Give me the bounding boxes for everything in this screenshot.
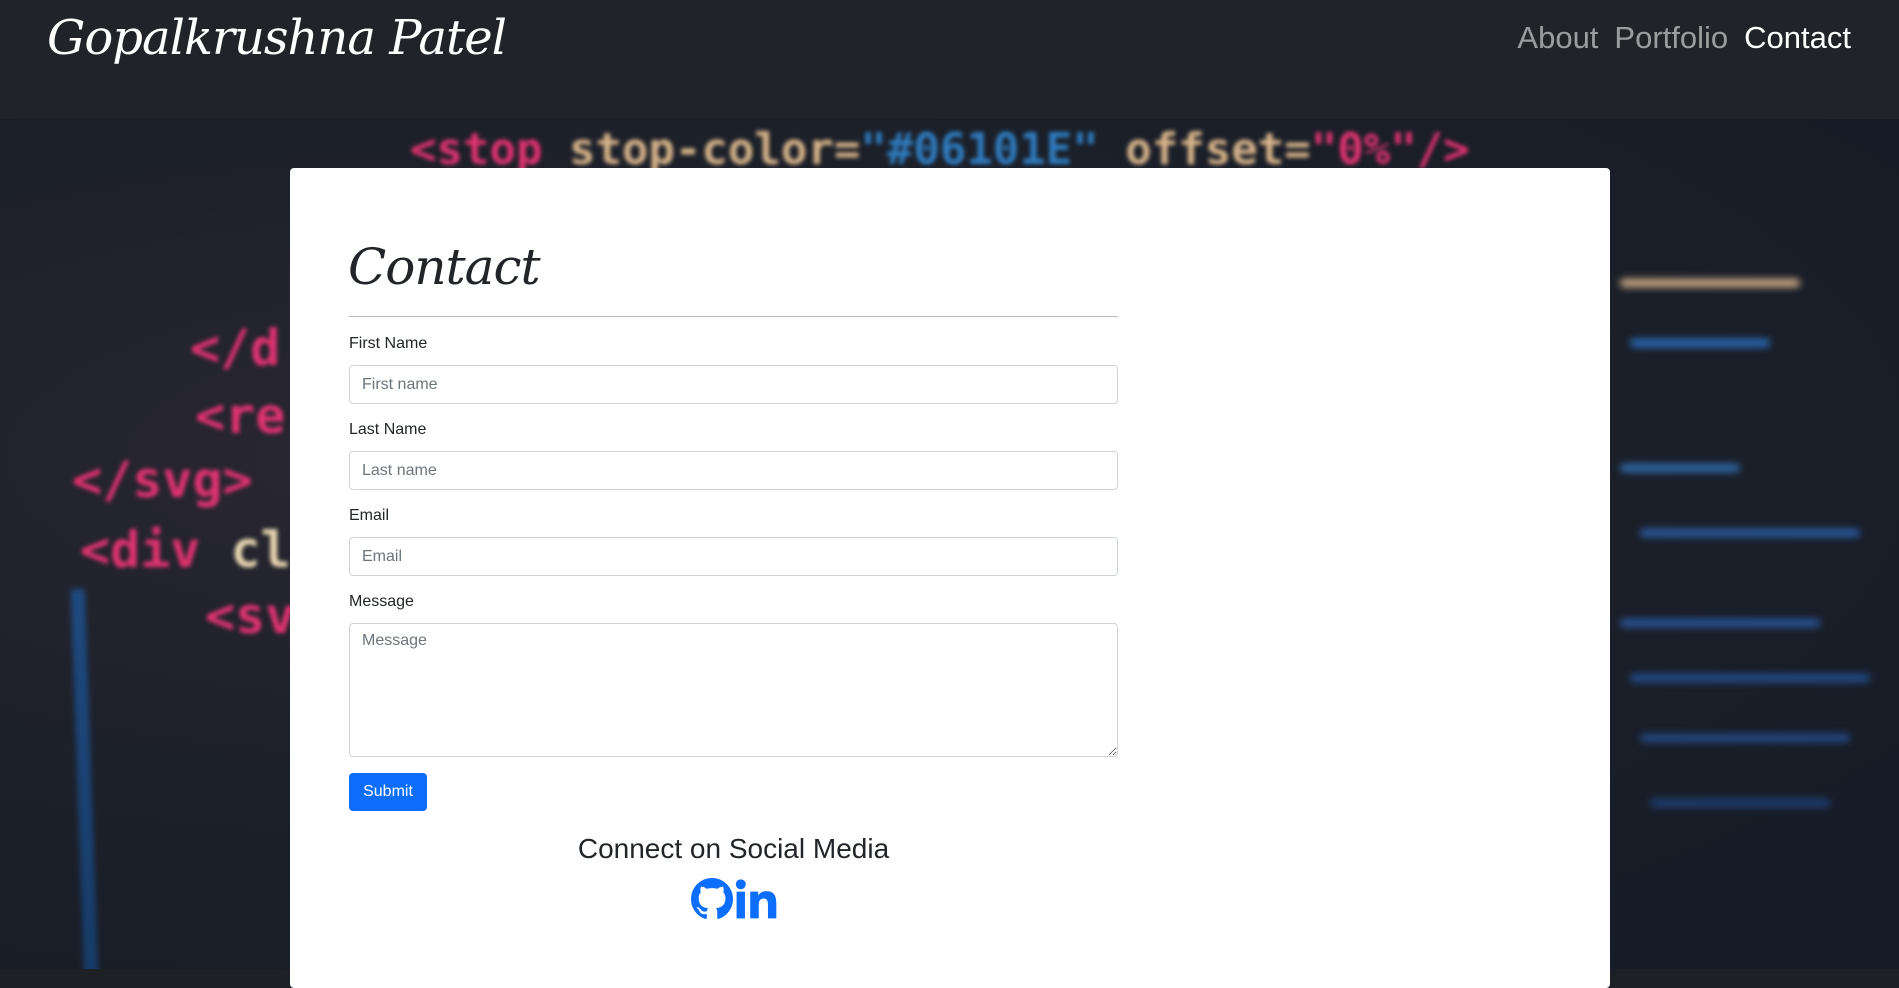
page-title: Contact	[348, 238, 541, 296]
first-name-input[interactable]	[349, 365, 1118, 404]
submit-button[interactable]: Submit	[349, 773, 427, 811]
code-line-close-svg: </svg>	[72, 451, 253, 509]
background-blur	[1630, 339, 1770, 347]
github-icon[interactable]	[690, 878, 733, 920]
contact-card: Contact First Name Last Name Email Messa…	[290, 168, 1610, 988]
nav-links: About Portfolio Contact	[1517, 20, 1851, 56]
navbar: Gopalkrushna Patel About Portfolio Conta…	[0, 0, 1899, 119]
background-blur	[1620, 619, 1820, 627]
email-input[interactable]	[349, 537, 1118, 576]
background-blur	[1630, 674, 1870, 682]
title-divider	[349, 316, 1118, 317]
email-label: Email	[349, 507, 390, 524]
first-name-label: First Name	[349, 335, 428, 352]
code-line-close-div: </d	[190, 319, 281, 377]
social-heading: Connect on Social Media	[577, 833, 890, 864]
background-blur	[1640, 529, 1860, 537]
background-bar	[70, 588, 100, 969]
background-blur	[1640, 734, 1850, 742]
code-line-rect: <re	[195, 387, 286, 445]
message-label: Message	[349, 593, 414, 610]
brand-logo[interactable]: Gopalkrushna Patel	[47, 10, 507, 66]
background-blur	[1620, 279, 1800, 287]
code-line-div: <div cl	[80, 521, 291, 579]
nav-link-about[interactable]: About	[1517, 20, 1598, 56]
background-blur	[1650, 799, 1830, 807]
social-icons	[349, 878, 1118, 920]
code-line-svg: <sv	[205, 587, 296, 645]
background-blur	[1620, 464, 1740, 472]
message-textarea[interactable]	[349, 623, 1118, 757]
nav-link-contact[interactable]: Contact	[1744, 20, 1851, 56]
linkedin-icon[interactable]	[735, 878, 777, 920]
nav-link-portfolio[interactable]: Portfolio	[1614, 20, 1728, 56]
last-name-input[interactable]	[349, 451, 1118, 490]
last-name-label: Last Name	[349, 421, 427, 438]
